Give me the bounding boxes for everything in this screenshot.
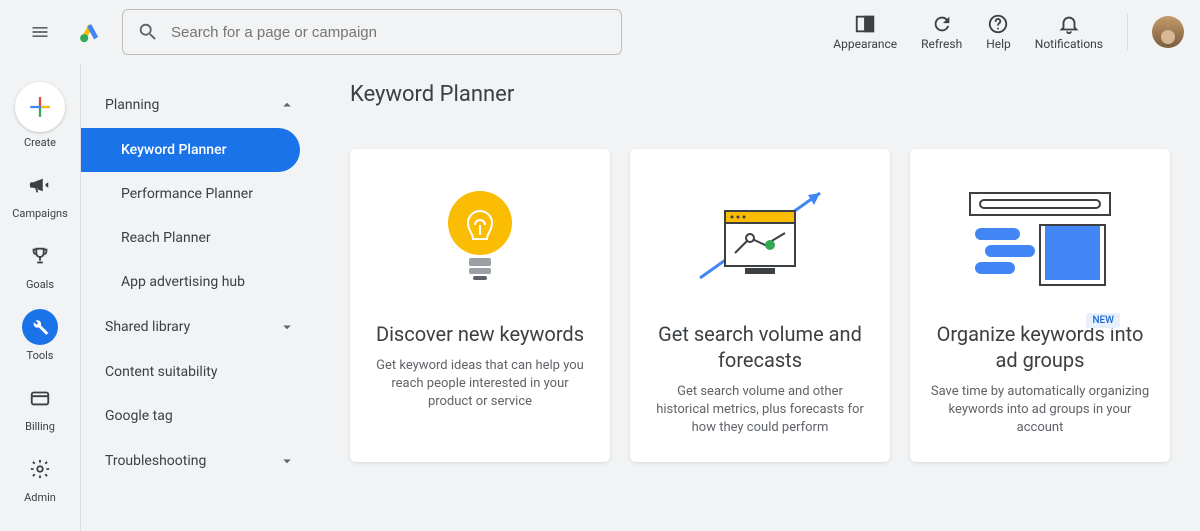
shared-library-label: Shared library: [105, 319, 190, 335]
search-volume-card[interactable]: Get search volume and forecasts Get sear…: [630, 149, 890, 462]
gear-icon: [29, 458, 51, 480]
card-title: Discover new keywords: [376, 321, 584, 347]
card-title: Organize keywords into ad groups: [930, 321, 1150, 373]
troubleshooting-section[interactable]: Troubleshooting: [81, 438, 320, 484]
avatar[interactable]: [1152, 16, 1184, 48]
shared-library-section[interactable]: Shared library: [81, 304, 320, 350]
create-button[interactable]: Create: [15, 82, 65, 149]
create-label: Create: [24, 136, 56, 149]
refresh-icon: [931, 13, 953, 35]
discover-keywords-card[interactable]: Discover new keywords Get keyword ideas …: [350, 149, 610, 462]
lightbulb-icon: [435, 173, 525, 303]
content-suitability-label: Content suitability: [105, 364, 217, 380]
ad-groups-icon: [960, 173, 1120, 303]
card-desc: Get search volume and other historical m…: [650, 383, 870, 438]
topbar: Appearance Refresh Help Notifications: [0, 0, 1200, 64]
google-ads-logo[interactable]: [76, 16, 104, 48]
subpanel: Planning Keyword Planner Performance Pla…: [80, 64, 320, 531]
refresh-button[interactable]: Refresh: [921, 13, 962, 51]
plus-icon: [27, 94, 53, 120]
help-button[interactable]: Help: [986, 13, 1011, 51]
google-tag-item[interactable]: Google tag: [81, 394, 320, 438]
planning-section[interactable]: Planning: [81, 82, 320, 128]
megaphone-icon: [29, 174, 51, 196]
bell-icon: [1058, 13, 1080, 35]
appearance-button[interactable]: Appearance: [833, 13, 897, 51]
tools-icon: [30, 317, 50, 337]
chart-arrow-icon: [690, 173, 830, 303]
performance-planner-item[interactable]: Performance Planner: [81, 172, 320, 216]
campaigns-label: Campaigns: [12, 207, 68, 220]
card-desc: Get keyword ideas that can help you reac…: [370, 357, 590, 412]
content: Keyword Planner Discover new keywords Ge…: [320, 64, 1200, 531]
planning-label: Planning: [105, 97, 159, 113]
billing-nav[interactable]: Billing: [22, 380, 58, 433]
nav-rail: Create Campaigns Goals Tools Billing Adm…: [0, 64, 80, 531]
tools-label: Tools: [27, 349, 54, 362]
search-input[interactable]: [171, 24, 607, 41]
chevron-down-icon: [278, 452, 296, 470]
help-icon: [987, 13, 1009, 35]
refresh-label: Refresh: [921, 37, 962, 51]
admin-nav[interactable]: Admin: [22, 451, 58, 504]
card-title: Get search volume and forecasts: [650, 321, 870, 373]
appearance-label: Appearance: [833, 37, 897, 51]
notifications-button[interactable]: Notifications: [1035, 13, 1103, 51]
keyword-planner-item[interactable]: Keyword Planner: [81, 128, 300, 172]
chevron-down-icon: [278, 318, 296, 336]
help-label: Help: [986, 37, 1011, 51]
chevron-up-icon: [278, 96, 296, 114]
campaigns-nav[interactable]: Campaigns: [12, 167, 68, 220]
organize-keywords-card[interactable]: NEW Organize keywords into ad groups Sav…: [910, 149, 1170, 462]
divider: [1127, 14, 1128, 50]
search-icon: [137, 21, 159, 43]
admin-label: Admin: [24, 491, 56, 504]
troubleshooting-label: Troubleshooting: [105, 453, 206, 469]
goals-nav[interactable]: Goals: [22, 238, 58, 291]
notifications-label: Notifications: [1035, 37, 1103, 51]
trophy-icon: [29, 245, 51, 267]
appearance-icon: [854, 13, 876, 35]
card-desc: Save time by automatically organizing ke…: [930, 383, 1150, 438]
credit-card-icon: [29, 387, 51, 409]
new-badge: NEW: [1086, 313, 1120, 328]
app-advertising-hub-item[interactable]: App advertising hub: [81, 260, 320, 304]
goals-label: Goals: [26, 278, 54, 291]
page-title: Keyword Planner: [350, 82, 1170, 107]
reach-planner-item[interactable]: Reach Planner: [81, 216, 320, 260]
google-tag-label: Google tag: [105, 408, 173, 424]
content-suitability-item[interactable]: Content suitability: [81, 350, 320, 394]
billing-label: Billing: [25, 420, 55, 433]
hamburger-icon[interactable]: [16, 8, 64, 56]
tools-nav[interactable]: Tools: [22, 309, 58, 362]
search-bar[interactable]: [122, 9, 622, 55]
